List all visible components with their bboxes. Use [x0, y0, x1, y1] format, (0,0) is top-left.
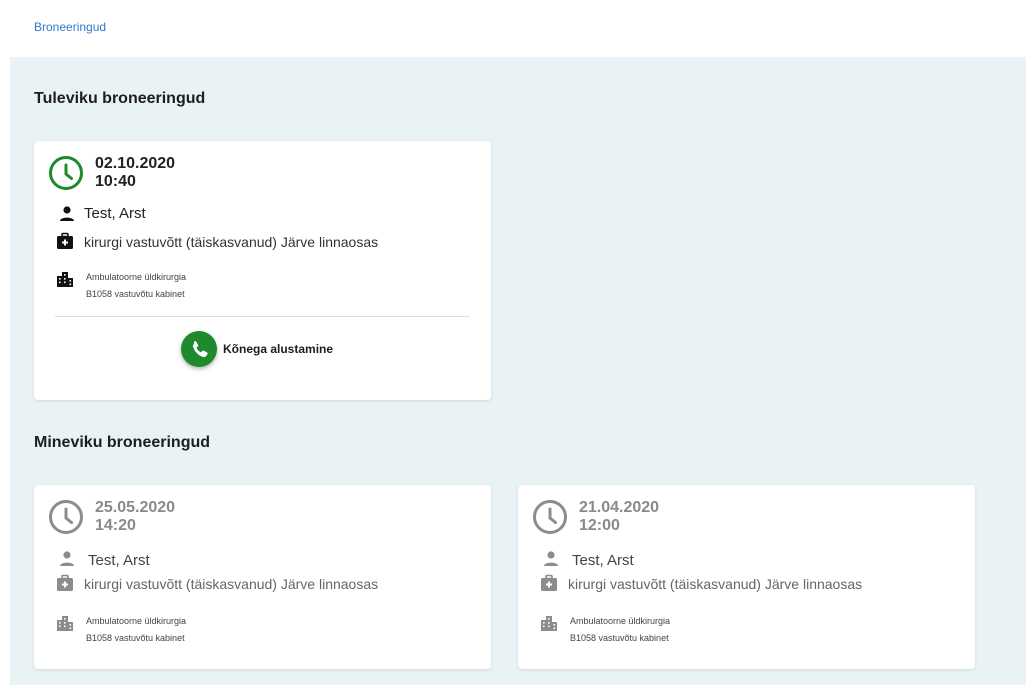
booking-time: 12:00: [579, 517, 620, 534]
call-button[interactable]: [181, 331, 217, 367]
booking-date: 02.10.2020: [95, 155, 176, 172]
service-name: kirurgi vastuvõtt (täiskasvanud) Järve l…: [84, 576, 379, 592]
room-name: B1058 vastuvõtu kabinet: [86, 633, 185, 643]
medical-bag-icon: [57, 574, 73, 591]
room-name: B1058 vastuvõtu kabinet: [86, 289, 185, 299]
clock-icon: [49, 500, 83, 534]
future-booking-card: 02.10.2020 10:40 Test, Arst kirurgi vast…: [34, 141, 491, 400]
booking-time: 10:40: [95, 173, 136, 190]
doctor-name: Test, Arst: [84, 205, 146, 222]
medical-bag-icon: [541, 574, 557, 591]
service-name: kirurgi vastuvõtt (täiskasvanud) Järve l…: [568, 576, 863, 592]
medical-bag-icon: [57, 232, 73, 249]
clock-icon: [49, 156, 83, 190]
breadcrumb[interactable]: Broneeringud: [34, 20, 106, 34]
department-name: Ambulatoorne üldkirurgia: [86, 272, 187, 282]
card-divider: [55, 316, 470, 317]
main-content: Tuleviku broneeringud 02.10.2020 10:40 T…: [10, 57, 1026, 685]
past-booking-card: 21.04.2020 12:00 Test, Arst kirurgi vast…: [518, 485, 975, 669]
booking-time: 14:20: [95, 517, 136, 534]
person-icon: [544, 551, 558, 566]
past-bookings-title: Mineviku broneeringud: [34, 434, 211, 451]
future-bookings-title: Tuleviku broneeringud: [34, 90, 206, 107]
doctor-name: Test, Arst: [572, 552, 634, 569]
booking-date: 25.05.2020: [95, 499, 176, 516]
building-icon: [541, 616, 557, 631]
phone-icon: [192, 341, 208, 358]
past-booking-card: 25.05.2020 14:20 Test, Arst kirurgi vast…: [34, 485, 491, 669]
service-name: kirurgi vastuvõtt (täiskasvanud) Järve l…: [84, 234, 379, 250]
department-name: Ambulatoorne üldkirurgia: [86, 616, 187, 626]
call-button-label[interactable]: Kõnega alustamine: [223, 342, 333, 356]
room-name: B1058 vastuvõtu kabinet: [570, 633, 669, 643]
doctor-name: Test, Arst: [88, 552, 150, 569]
person-icon: [60, 206, 74, 221]
person-icon: [60, 551, 74, 566]
building-icon: [57, 272, 73, 287]
building-icon: [57, 616, 73, 631]
top-bar: Broneeringud: [0, 0, 1026, 57]
booking-date: 21.04.2020: [579, 499, 660, 516]
clock-icon: [533, 500, 567, 534]
department-name: Ambulatoorne üldkirurgia: [570, 616, 671, 626]
